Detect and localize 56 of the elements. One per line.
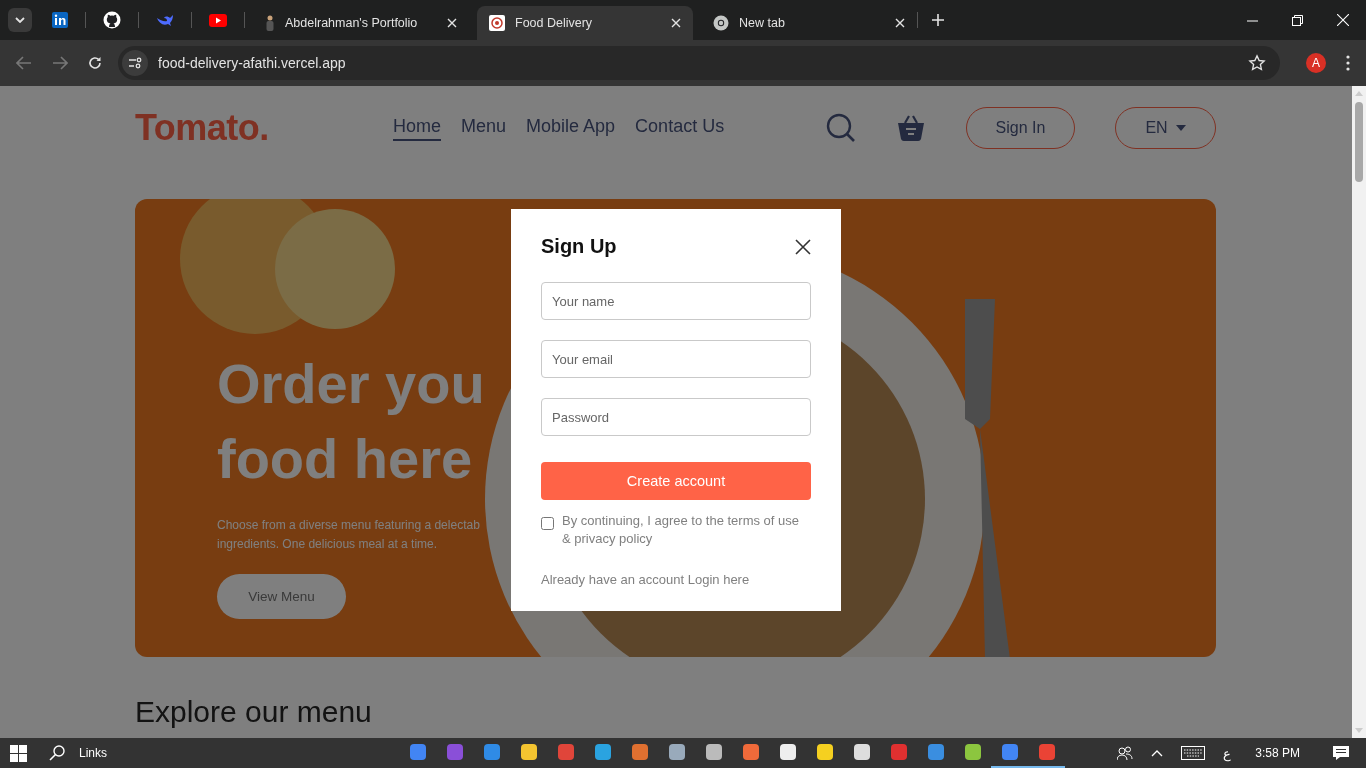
back-arrow-icon[interactable] — [16, 56, 32, 70]
browser-tab[interactable]: New tab — [701, 6, 917, 40]
browser-tab[interactable]: Food Delivery — [477, 6, 693, 40]
caret-icon — [1175, 125, 1186, 131]
nav-link[interactable]: Menu — [461, 115, 507, 141]
windows-start-icon[interactable] — [10, 744, 27, 762]
logo-text[interactable]: Tomato. — [135, 107, 393, 149]
address-bar[interactable]: food-delivery-afathi.vercel.app — [118, 46, 1280, 80]
nav-link[interactable]: Contact Us — [635, 115, 725, 141]
dialog-title: Sign Up — [541, 235, 617, 258]
input-language[interactable]: ع — [1223, 745, 1232, 761]
hero-heading: Order you — [217, 351, 485, 417]
profile-avatar[interactable]: A — [1306, 53, 1326, 73]
more-menu-icon[interactable] — [1346, 55, 1350, 71]
terms-checkbox[interactable] — [541, 517, 554, 530]
play-icon[interactable] — [209, 13, 227, 27]
section-heading: Explore our menu — [135, 695, 373, 729]
login-prompt: Already have an account — [541, 572, 685, 587]
star-icon[interactable] — [1248, 54, 1266, 72]
toolbar-label[interactable]: Links — [79, 746, 107, 760]
create-account-button[interactable]: Create account — [541, 462, 811, 500]
hero-heading: food here — [217, 426, 474, 492]
notification-icon[interactable] — [1332, 745, 1350, 761]
people-icon[interactable] — [1117, 746, 1134, 760]
browser-logo-icon — [713, 15, 729, 31]
input-field[interactable]: Password — [541, 398, 811, 436]
browser-tab[interactable]: Abdelrahman's Portfolio — [253, 6, 469, 40]
plus-icon[interactable] — [932, 14, 944, 26]
terms-text: By continuing, I agree to the terms of use & privacy policy — [562, 512, 801, 548]
restore-icon[interactable] — [1292, 14, 1303, 26]
cat-logo-icon[interactable] — [103, 11, 121, 29]
tab-search-button[interactable] — [8, 8, 32, 32]
hero-description: Choose from a diverse menu featuring a delectab — [217, 517, 480, 534]
close-icon[interactable] — [795, 238, 811, 255]
site-settings-icon[interactable] — [122, 50, 148, 76]
site-logo-icon — [489, 15, 505, 31]
linkedin-icon[interactable] — [52, 12, 68, 28]
forward-arrow-icon[interactable] — [52, 56, 68, 70]
nav-link[interactable]: Mobile App — [526, 115, 616, 141]
clock-time[interactable]: 3:58 PM — [1255, 746, 1300, 760]
chevron-up-icon[interactable] — [1151, 749, 1164, 757]
whale-icon[interactable] — [156, 13, 174, 27]
person-icon — [265, 15, 275, 31]
search-icon[interactable] — [49, 745, 65, 761]
chevron-down-icon — [15, 17, 25, 23]
view-menu-button[interactable]: View Menu — [217, 574, 346, 619]
login-link[interactable]: Login here — [687, 572, 750, 587]
basket-icon[interactable] — [896, 113, 926, 143]
scrollbar[interactable] — [1352, 86, 1366, 738]
nav-link[interactable]: Home — [393, 115, 441, 141]
hero-description: ingredients. One delicious meal at a time. — [217, 536, 439, 553]
reload-icon[interactable] — [88, 56, 102, 70]
input-field[interactable]: Your name — [541, 282, 811, 320]
scrollbar-thumb[interactable] — [1355, 102, 1363, 182]
input-field[interactable]: Your email — [541, 340, 811, 378]
keyboard-icon[interactable] — [1181, 746, 1206, 760]
